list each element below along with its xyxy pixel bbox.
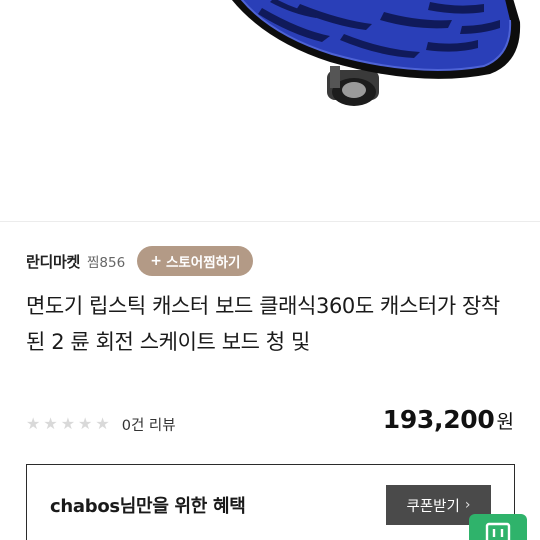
star-icon: ★	[43, 414, 58, 433]
shop-icon	[485, 522, 511, 540]
store-favorite-button[interactable]: + 스토어찜하기	[137, 246, 254, 276]
plus-icon: +	[150, 253, 162, 269]
product-image[interactable]	[0, 0, 540, 222]
benefit-text: chabos님만을 위한 혜택	[50, 496, 246, 517]
review-count[interactable]: 0건 리뷰	[122, 414, 176, 435]
product-price: 193,200 원	[383, 405, 514, 441]
store-name[interactable]: 란디마켓	[26, 251, 80, 272]
star-icon: ★	[60, 414, 76, 433]
star-icon: ★	[95, 414, 110, 433]
rating-row[interactable]: ★ ★ ★ ★ ★ 0건 리뷰	[26, 412, 176, 436]
floating-action-button[interactable]	[469, 514, 527, 540]
member-benefit-box: chabos님만을 위한 혜택 쿠폰받기 ›	[26, 464, 515, 540]
price-value: 193,200	[382, 405, 495, 434]
caster-board-image	[232, 0, 521, 106]
price-unit: 원	[496, 411, 514, 433]
store-favorite-label: 스토어찜하기	[165, 255, 241, 271]
store-row: 란디마켓 찜856 + 스토어찜하기	[26, 246, 254, 276]
coupon-button-label: 쿠폰받기	[406, 498, 460, 515]
star-rating: ★ ★ ★ ★ ★	[26, 416, 113, 432]
product-title: 면도기 립스틱 캐스터 보드 클래식360도 캐스터가 장착 된 2 륜 회전 …	[26, 294, 500, 354]
star-icon: ★	[26, 414, 41, 433]
chevron-right-icon: ›	[464, 497, 471, 513]
star-icon: ★	[78, 414, 93, 433]
store-fav-count: 찜856	[87, 255, 126, 271]
